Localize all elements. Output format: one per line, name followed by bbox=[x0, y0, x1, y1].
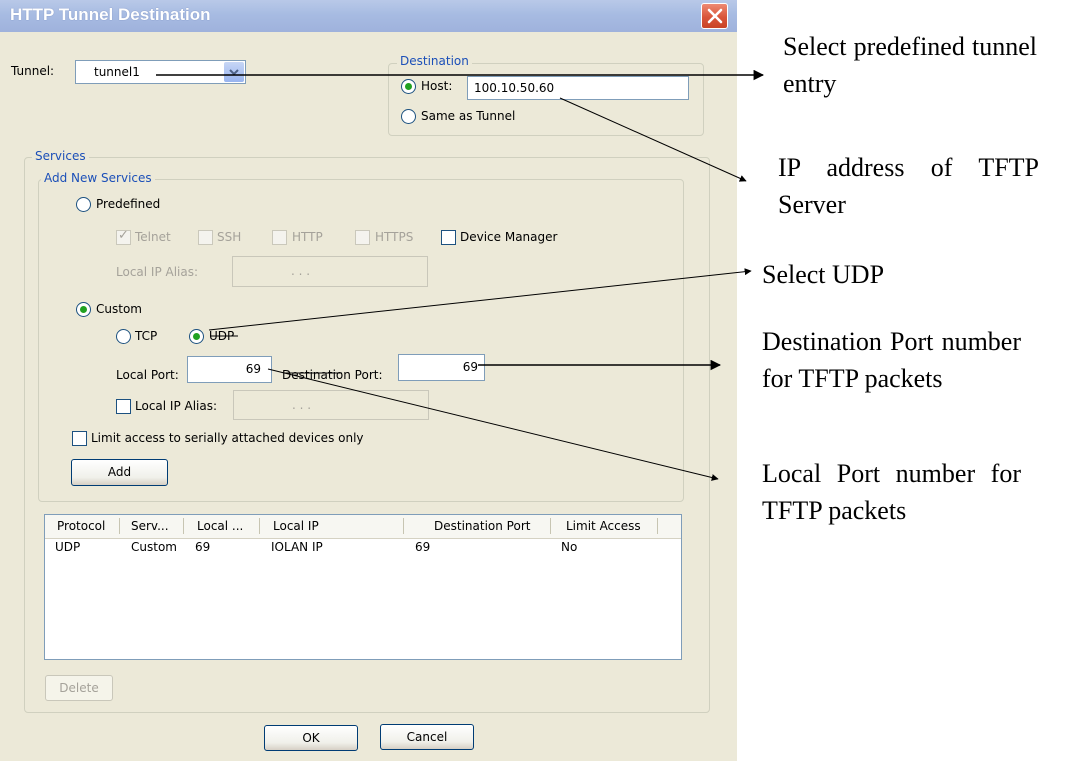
cell-destination-port: 69 bbox=[415, 540, 431, 554]
column-limit-access[interactable]: Limit Access bbox=[566, 519, 641, 533]
tunnel-select[interactable]: tunnel1 bbox=[75, 60, 246, 84]
predefined-local-ip-alias-input[interactable]: . . . bbox=[232, 256, 428, 287]
close-button[interactable] bbox=[701, 3, 728, 29]
host-input-value: 100.10.50.60 bbox=[474, 81, 555, 95]
predefined-local-ip-alias-label: Local IP Alias: bbox=[116, 265, 199, 279]
local-port-value: 69 bbox=[245, 362, 261, 376]
telnet-checkbox[interactable] bbox=[116, 228, 131, 245]
annotation-select-udp: Select UDP bbox=[762, 260, 885, 289]
services-table[interactable]: Protocol Serv... Local ... Local IP Dest… bbox=[44, 514, 682, 660]
predefined-ip-dots: . . . bbox=[291, 264, 311, 278]
column-service[interactable]: Serv... bbox=[131, 519, 169, 533]
custom-radio[interactable] bbox=[76, 302, 91, 317]
table-row[interactable]: UDP Custom 69 IOLAN IP 69 No bbox=[45, 539, 681, 557]
host-radio[interactable] bbox=[401, 79, 416, 94]
custom-local-ip-alias-input[interactable]: . . . bbox=[233, 390, 429, 420]
tunnel-select-value: tunnel1 bbox=[94, 65, 140, 79]
ok-button[interactable]: OK bbox=[264, 725, 358, 751]
destination-legend: Destination bbox=[397, 54, 472, 68]
add-new-services-legend: Add New Services bbox=[41, 171, 155, 185]
annotation-destination-port: Destination Port number for TFTP packets bbox=[762, 327, 1021, 393]
chevron-down-icon bbox=[229, 69, 239, 76]
add-button[interactable]: Add bbox=[71, 459, 168, 486]
http-tunnel-destination-dialog: HTTP Tunnel Destination Tunnel: tunnel1 … bbox=[0, 0, 737, 761]
device-manager-label: Device Manager bbox=[460, 230, 558, 244]
column-destination-port[interactable]: Destination Port bbox=[434, 519, 530, 533]
window-title: HTTP Tunnel Destination bbox=[10, 5, 211, 24]
column-protocol[interactable]: Protocol bbox=[57, 519, 105, 533]
https-checkbox[interactable] bbox=[355, 230, 370, 245]
device-manager-checkbox[interactable] bbox=[441, 230, 456, 245]
table-header: Protocol Serv... Local ... Local IP Dest… bbox=[45, 515, 681, 539]
column-local-ip[interactable]: Local IP bbox=[273, 519, 319, 533]
cancel-button[interactable]: Cancel bbox=[380, 724, 474, 750]
same-as-tunnel-radio[interactable] bbox=[401, 109, 416, 124]
cell-protocol: UDP bbox=[55, 540, 81, 554]
destination-port-value: 69 bbox=[462, 360, 478, 374]
predefined-radio[interactable] bbox=[76, 197, 91, 212]
limit-access-checkbox[interactable] bbox=[72, 431, 87, 446]
https-label: HTTPS bbox=[375, 230, 414, 244]
same-as-tunnel-label: Same as Tunnel bbox=[421, 109, 516, 123]
title-bar: HTTP Tunnel Destination bbox=[0, 0, 737, 32]
local-port-label: Local Port: bbox=[116, 368, 179, 382]
services-legend: Services bbox=[32, 149, 89, 163]
close-icon bbox=[707, 8, 723, 24]
predefined-label: Predefined bbox=[96, 197, 161, 211]
custom-local-ip-alias-checkbox[interactable] bbox=[116, 399, 131, 414]
dropdown-button[interactable] bbox=[224, 62, 244, 82]
delete-button[interactable]: Delete bbox=[45, 675, 113, 701]
custom-ip-dots: . . . bbox=[292, 398, 312, 412]
destination-port-label: Destination Port: bbox=[282, 368, 383, 382]
host-label: Host: bbox=[421, 79, 453, 93]
annotation-ip-address: IP address of TFTP Server bbox=[778, 153, 1039, 219]
annotation-select-tunnel: Select predefined tunnel entry bbox=[783, 32, 1037, 98]
host-input[interactable]: 100.10.50.60 bbox=[467, 76, 689, 100]
tcp-radio[interactable] bbox=[116, 329, 131, 344]
destination-port-input[interactable]: 69 bbox=[398, 354, 485, 381]
http-label: HTTP bbox=[292, 230, 323, 244]
telnet-label: Telnet bbox=[135, 230, 171, 244]
tunnel-label: Tunnel: bbox=[11, 64, 55, 78]
column-local-port[interactable]: Local ... bbox=[197, 519, 243, 533]
cell-service: Custom bbox=[131, 540, 177, 554]
udp-label: UDP bbox=[209, 329, 235, 343]
ssh-checkbox[interactable] bbox=[198, 230, 213, 245]
cell-limit-access: No bbox=[561, 540, 578, 554]
annotation-local-port: Local Port number for TFTP packets bbox=[762, 459, 1021, 525]
cell-local-ip: IOLAN IP bbox=[271, 540, 323, 554]
limit-access-label: Limit access to serially attached device… bbox=[91, 431, 364, 445]
tcp-label: TCP bbox=[135, 329, 158, 343]
cell-local-port: 69 bbox=[195, 540, 211, 554]
udp-radio[interactable] bbox=[189, 329, 204, 344]
custom-label: Custom bbox=[96, 302, 142, 316]
ssh-label: SSH bbox=[217, 230, 242, 244]
local-port-input[interactable]: 69 bbox=[187, 356, 272, 383]
http-checkbox[interactable] bbox=[272, 230, 287, 245]
custom-local-ip-alias-label: Local IP Alias: bbox=[135, 399, 218, 413]
